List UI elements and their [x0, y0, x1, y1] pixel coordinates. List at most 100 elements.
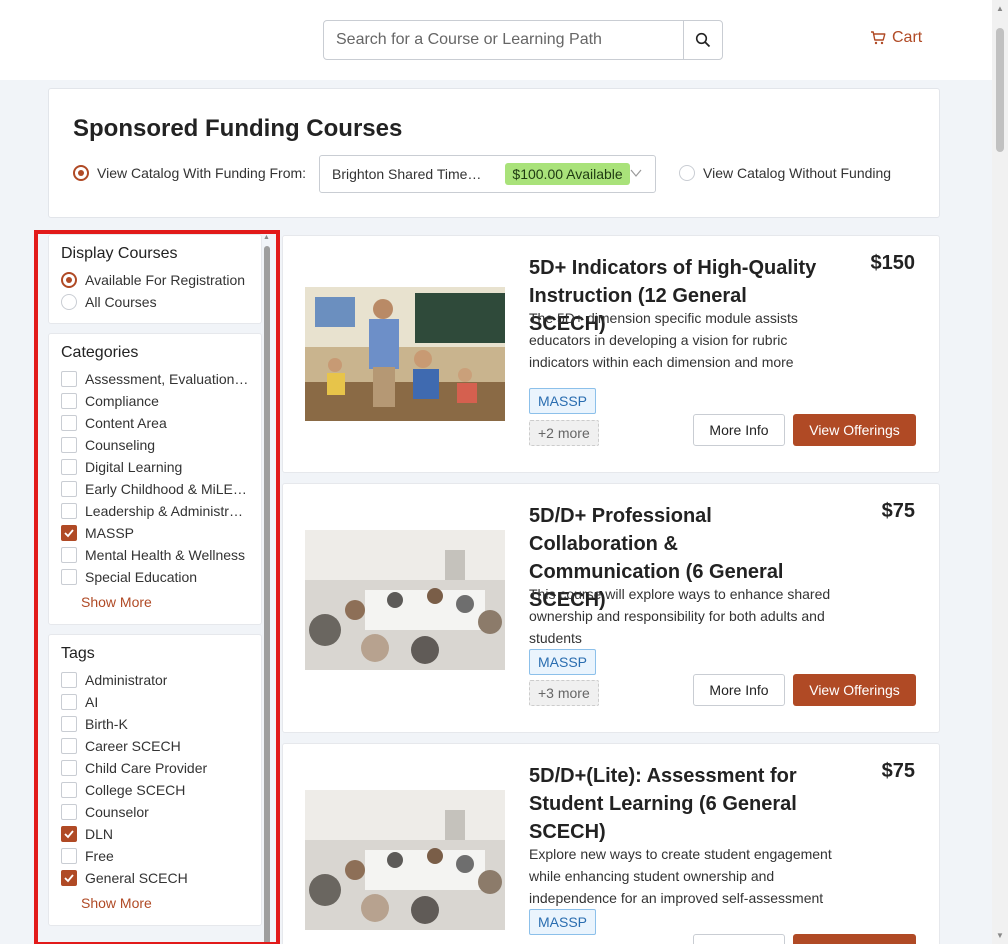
- tag-label: Counselor: [85, 804, 149, 820]
- checkmark-icon: [64, 529, 74, 538]
- funding-with-option[interactable]: View Catalog With Funding From:: [73, 165, 306, 181]
- category-item[interactable]: Early Childhood & MiLEAP: [61, 478, 249, 500]
- display-option[interactable]: Available For Registration: [61, 269, 249, 291]
- scroll-up-icon[interactable]: ▲: [996, 4, 1004, 13]
- category-checkbox[interactable]: [61, 569, 77, 585]
- tags-show-more[interactable]: Show More: [61, 895, 249, 911]
- category-item[interactable]: Assessment, Evaluation …: [61, 368, 249, 390]
- tag-item[interactable]: DLN: [61, 823, 249, 845]
- tag-item[interactable]: Free: [61, 845, 249, 867]
- course-price: $150: [870, 252, 916, 274]
- course-description: This course will explore ways to enhance…: [529, 586, 831, 646]
- funding-without-radio[interactable]: [679, 165, 695, 181]
- category-checkbox[interactable]: [61, 525, 77, 541]
- category-item[interactable]: MASSP: [61, 522, 249, 544]
- search-icon: [695, 32, 711, 48]
- category-checkbox[interactable]: [61, 415, 77, 431]
- display-option-radio[interactable]: [61, 294, 77, 310]
- category-label: Counseling: [85, 437, 156, 453]
- category-item[interactable]: Special Education: [61, 566, 249, 588]
- cart-link[interactable]: Cart: [870, 29, 922, 47]
- category-item[interactable]: Compliance: [61, 390, 249, 412]
- category-checkbox[interactable]: [61, 547, 77, 563]
- funding-panel: Sponsored Funding Courses View Catalog W…: [48, 88, 940, 218]
- tag-checkbox[interactable]: [61, 738, 77, 754]
- checkmark-icon: [64, 874, 74, 883]
- tag-label: General SCECH: [85, 870, 188, 886]
- category-checkbox[interactable]: [61, 503, 77, 519]
- page-scroll-thumb[interactable]: [996, 28, 1004, 152]
- display-option-label: All Courses: [85, 294, 157, 310]
- category-item[interactable]: Content Area: [61, 412, 249, 434]
- course-more-tags[interactable]: +2 more: [529, 420, 599, 446]
- more-info-button[interactable]: More Info: [693, 674, 785, 706]
- view-offerings-button[interactable]: View Offerings: [793, 934, 916, 944]
- top-header: Cart: [0, 0, 992, 80]
- cart-icon: [871, 31, 886, 45]
- category-label: MASSP: [85, 525, 135, 541]
- tag-checkbox[interactable]: [61, 804, 77, 820]
- tag-checkbox[interactable]: [61, 826, 77, 842]
- display-option[interactable]: All Courses: [61, 291, 249, 313]
- tag-checkbox[interactable]: [61, 716, 77, 732]
- sidebar-scroll-up-icon[interactable]: ▲: [263, 234, 270, 241]
- display-courses-title: Display Courses: [61, 245, 178, 262]
- course-title[interactable]: 5D/D+(Lite): Assessment for Student Lear…: [529, 762, 829, 846]
- category-item[interactable]: Counseling: [61, 434, 249, 456]
- filter-sidebar-content: Display Courses Available For Registrati…: [48, 234, 262, 935]
- view-offerings-button[interactable]: View Offerings: [793, 674, 916, 706]
- search-input[interactable]: [324, 21, 683, 59]
- tag-item[interactable]: General SCECH: [61, 867, 249, 889]
- tag-item[interactable]: Administrator: [61, 669, 249, 691]
- tag-item[interactable]: Counselor: [61, 801, 249, 823]
- funding-without-option[interactable]: View Catalog Without Funding: [679, 165, 891, 181]
- category-checkbox[interactable]: [61, 437, 77, 453]
- category-checkbox[interactable]: [61, 371, 77, 387]
- tag-checkbox[interactable]: [61, 760, 77, 776]
- category-checkbox[interactable]: [61, 481, 77, 497]
- course-more-tags[interactable]: +3 more: [529, 680, 599, 706]
- tag-checkbox[interactable]: [61, 694, 77, 710]
- category-label: Leadership & Administrat…: [85, 503, 249, 519]
- category-item[interactable]: Leadership & Administrat…: [61, 500, 249, 522]
- categories-show-more[interactable]: Show More: [61, 594, 249, 610]
- category-label: Compliance: [85, 393, 159, 409]
- tag-checkbox[interactable]: [61, 870, 77, 886]
- more-info-button[interactable]: More Info: [693, 934, 785, 944]
- more-info-button[interactable]: More Info: [693, 414, 785, 446]
- category-item[interactable]: Mental Health & Wellness: [61, 544, 249, 566]
- tag-item[interactable]: Career SCECH: [61, 735, 249, 757]
- funding-source-value: Brighton Shared Time…: [332, 166, 482, 182]
- course-tag: MASSP: [529, 388, 597, 414]
- course-price: $75: [881, 760, 915, 782]
- funding-with-label: View Catalog With Funding From:: [97, 165, 307, 181]
- course-tag: MASSP: [529, 909, 597, 935]
- category-label: Early Childhood & MiLEAP: [85, 481, 249, 497]
- display-option-label: Available For Registration: [85, 272, 246, 288]
- tag-label: College SCECH: [85, 782, 186, 798]
- category-checkbox[interactable]: [61, 393, 77, 409]
- category-item[interactable]: Digital Learning: [61, 456, 249, 478]
- sidebar-scroll-thumb[interactable]: [264, 246, 270, 942]
- tag-item[interactable]: College SCECH: [61, 779, 249, 801]
- tag-item[interactable]: Child Care Provider: [61, 757, 249, 779]
- category-checkbox[interactable]: [61, 459, 77, 475]
- tag-checkbox[interactable]: [61, 782, 77, 798]
- funding-with-radio[interactable]: [73, 165, 89, 181]
- tag-item[interactable]: Birth-K: [61, 713, 249, 735]
- scroll-down-icon[interactable]: ▼: [996, 931, 1004, 940]
- tag-label: Child Care Provider: [85, 760, 208, 776]
- checkmark-icon: [64, 830, 74, 839]
- filter-sidebar: Display Courses Available For Registrati…: [34, 230, 280, 944]
- tag-item[interactable]: AI: [61, 691, 249, 713]
- sidebar-scrollbar[interactable]: ▲: [262, 234, 272, 942]
- search-button[interactable]: [683, 21, 722, 59]
- cart-label: Cart: [892, 29, 923, 46]
- tag-checkbox[interactable]: [61, 672, 77, 688]
- tag-label: Free: [85, 848, 114, 864]
- tag-checkbox[interactable]: [61, 848, 77, 864]
- view-offerings-button[interactable]: View Offerings: [793, 414, 916, 446]
- page-scrollbar[interactable]: ▲ ▼: [992, 0, 1008, 944]
- funding-source-select[interactable]: Brighton Shared Time… $100.00 Available: [319, 155, 656, 193]
- display-option-radio[interactable]: [61, 272, 77, 288]
